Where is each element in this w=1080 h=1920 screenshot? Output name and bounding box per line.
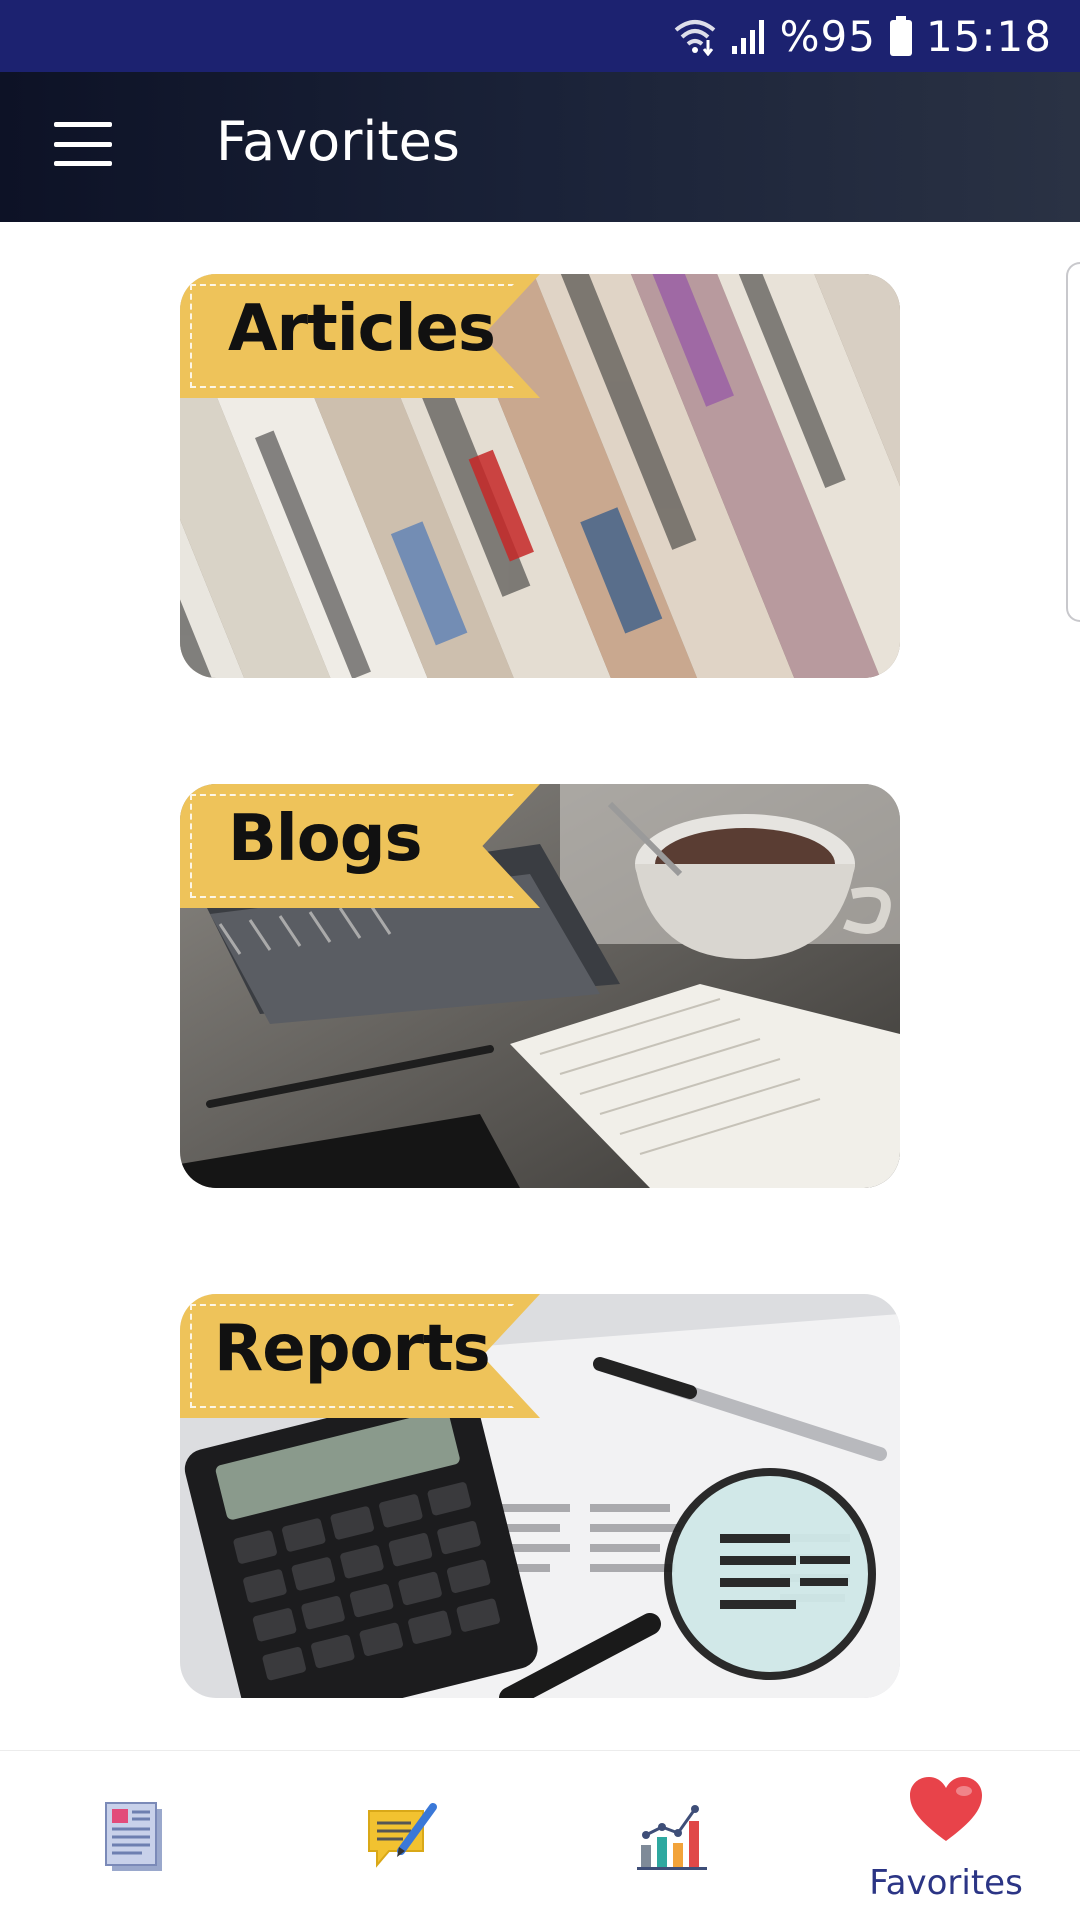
nav-articles[interactable] [34,1751,234,1920]
articles-card[interactable]: Articles [180,274,900,678]
reports-card[interactable]: Reports [180,1294,900,1698]
page-title: Favorites [216,110,460,173]
heart-icon [910,1777,982,1841]
battery-percentage: %95 [779,11,876,61]
blogs-label: Blogs [228,802,423,876]
signal-icon [730,16,768,56]
nav-blogs[interactable] [302,1751,502,1920]
hamburger-menu-icon[interactable] [54,122,112,166]
reports-label: Reports [214,1312,491,1386]
articles-label: Articles [228,292,496,366]
blogs-card[interactable]: Blogs [180,784,900,1188]
nav-favorites[interactable]: Favorites [846,1751,1046,1920]
clock: 15:18 [925,11,1052,61]
edge-panel-handle[interactable] [1066,262,1080,622]
document-icon [105,1802,162,1871]
battery-icon [888,15,914,57]
status-bar: %95 15:18 [0,0,1080,72]
bottom-navigation: Favorites [0,1750,1080,1920]
bar-chart-icon [637,1805,707,1870]
nav-favorites-label: Favorites [869,1863,1023,1903]
chat-pen-icon [368,1803,437,1868]
app-bar: Favorites [0,72,1080,222]
wifi-icon [672,16,718,56]
nav-reports[interactable] [574,1751,774,1920]
